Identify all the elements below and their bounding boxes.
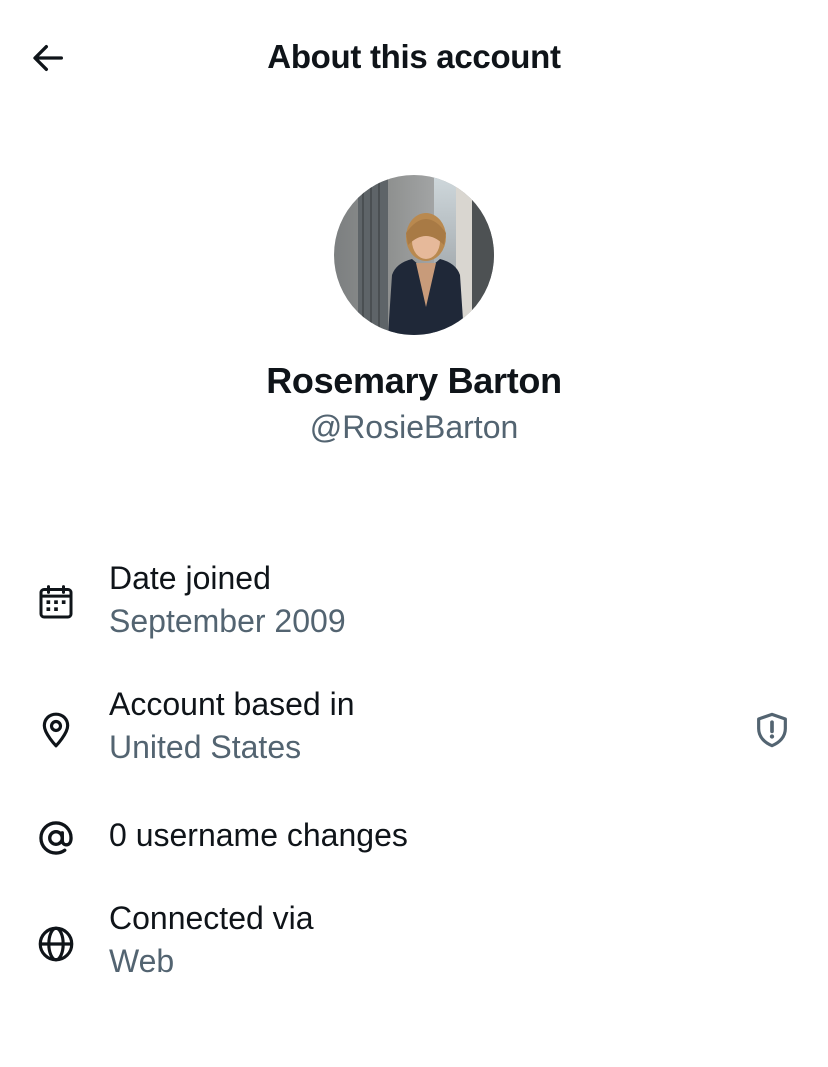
username-changes-row: 0 username changes: [0, 814, 828, 862]
username-changes-label: 0 username changes: [109, 817, 408, 853]
page-title: About this account: [267, 38, 561, 75]
connected-via-row: Connected via Web: [0, 900, 828, 990]
username-changes-text: 0 username changes: [109, 817, 408, 854]
account-based-in-value: United States: [109, 729, 302, 765]
account-based-in-label: Account based in: [109, 686, 355, 722]
calendar-icon: [32, 578, 80, 626]
shield-alert-icon[interactable]: [748, 706, 796, 754]
date-joined-label: Date joined: [109, 560, 271, 596]
connected-via-label: Connected via: [109, 900, 314, 936]
account-based-in-row: Account based in United States: [0, 686, 828, 776]
display-name: Rosemary Barton: [266, 360, 562, 401]
connected-via-text: Connected via Web: [109, 900, 314, 980]
location-pin-icon: [32, 706, 80, 754]
connected-via-value: Web: [109, 943, 175, 979]
globe-icon: [32, 920, 80, 968]
at-sign-icon: [32, 814, 80, 862]
date-joined-text: Date joined September 2009: [109, 560, 346, 640]
username-handle: @RosieBarton: [309, 409, 519, 445]
account-based-in-text: Account based in United States: [109, 686, 355, 766]
date-joined-value: September 2009: [109, 603, 346, 639]
date-joined-row: Date joined September 2009: [0, 560, 828, 650]
avatar[interactable]: [334, 175, 494, 335]
top-bar: About this account: [0, 0, 828, 118]
